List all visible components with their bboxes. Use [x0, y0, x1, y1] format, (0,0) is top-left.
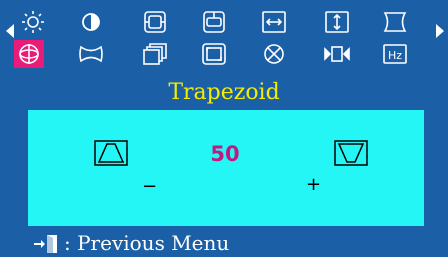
trapezoid-narrow-bottom-icon — [334, 140, 368, 166]
increase-button[interactable]: + — [306, 176, 321, 194]
osd-menu: Hz Trapezoid 50 − +: Previous Menu — [0, 0, 448, 254]
degauss-icon[interactable] — [259, 40, 289, 68]
moire-icon[interactable] — [322, 40, 352, 68]
vertical-position-icon[interactable] — [199, 8, 229, 36]
brightness-icon[interactable] — [18, 8, 48, 36]
trapezoid-narrow-top-icon — [94, 140, 128, 166]
trapezoid-value: 50 — [210, 142, 240, 166]
previous-menu-label: : Previous Menu — [64, 231, 230, 255]
parallelogram-icon[interactable] — [76, 40, 106, 68]
adjustment-panel: 50 − + — [28, 110, 424, 226]
decrease-button[interactable]: − — [142, 178, 157, 196]
menu-title: Trapezoid — [168, 80, 280, 105]
horizontal-position-icon[interactable] — [140, 8, 170, 36]
h-frequency-icon[interactable]: Hz — [380, 40, 410, 68]
icon-row-2: Hz — [0, 40, 448, 70]
zoom-icon[interactable] — [199, 40, 229, 68]
contrast-icon[interactable] — [76, 8, 106, 36]
vertical-size-icon[interactable] — [322, 8, 352, 36]
h-frequency-label: Hz — [388, 49, 402, 62]
rotation-icon[interactable] — [140, 40, 170, 68]
icon-row-1 — [0, 8, 448, 38]
trapezoid-icon[interactable] — [14, 40, 44, 68]
previous-menu-hint[interactable]: : Previous Menu — [30, 232, 410, 254]
menu-right-arrow[interactable] — [434, 21, 446, 41]
horizontal-size-icon[interactable] — [259, 8, 289, 36]
exit-icon — [30, 233, 62, 253]
pincushion-icon[interactable] — [380, 8, 410, 36]
